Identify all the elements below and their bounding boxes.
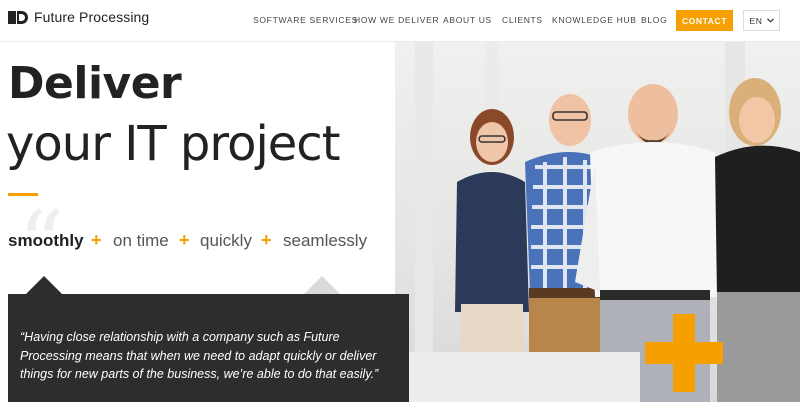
chevron-down-icon xyxy=(766,18,774,23)
brand-name: Future Processing xyxy=(34,9,150,25)
tag-on-time: on time xyxy=(113,231,169,250)
language-selector[interactable]: EN xyxy=(743,10,780,31)
nav-software-services[interactable]: SOFTWARE SERVICES xyxy=(253,15,358,25)
tag-quickly: quickly xyxy=(200,231,252,250)
top-navigation-bar: Future Processing SOFTWARE SERVICES HOW … xyxy=(0,0,800,42)
photo-bottom-band xyxy=(395,352,640,402)
nav-how-we-deliver[interactable]: HOW WE DELIVER xyxy=(354,15,439,25)
team-illustration xyxy=(415,42,800,402)
nav-clients[interactable]: CLIENTS xyxy=(502,15,543,25)
brand-logo[interactable]: Future Processing xyxy=(8,9,149,25)
plus-icon: + xyxy=(179,230,190,250)
testimonial-quote: “Having close relationship with a compan… xyxy=(20,330,379,381)
nav-blog[interactable]: BLOG xyxy=(641,15,667,25)
hero-title-line1: Deliver xyxy=(8,58,182,109)
nav-about-us[interactable]: ABOUT US xyxy=(443,15,492,25)
testimonial-box: “Having close relationship with a compan… xyxy=(8,294,409,402)
plus-icon: + xyxy=(261,230,272,250)
language-label: EN xyxy=(749,15,763,26)
tag-smoothly: smoothly xyxy=(8,231,84,250)
hero-team-photo xyxy=(395,42,800,402)
plus-icon: + xyxy=(91,230,102,250)
hero-title-line2: your IT project xyxy=(6,116,341,172)
nav-knowledge-hub[interactable]: KNOWLEDGE HUB xyxy=(552,15,637,25)
tag-seamlessly: seamlessly xyxy=(283,231,368,250)
logo-mark-icon xyxy=(8,10,28,24)
contact-button[interactable]: CONTACT xyxy=(676,10,733,31)
slider-pointer-next[interactable] xyxy=(304,276,340,294)
slider-pointer-active[interactable] xyxy=(26,276,62,294)
